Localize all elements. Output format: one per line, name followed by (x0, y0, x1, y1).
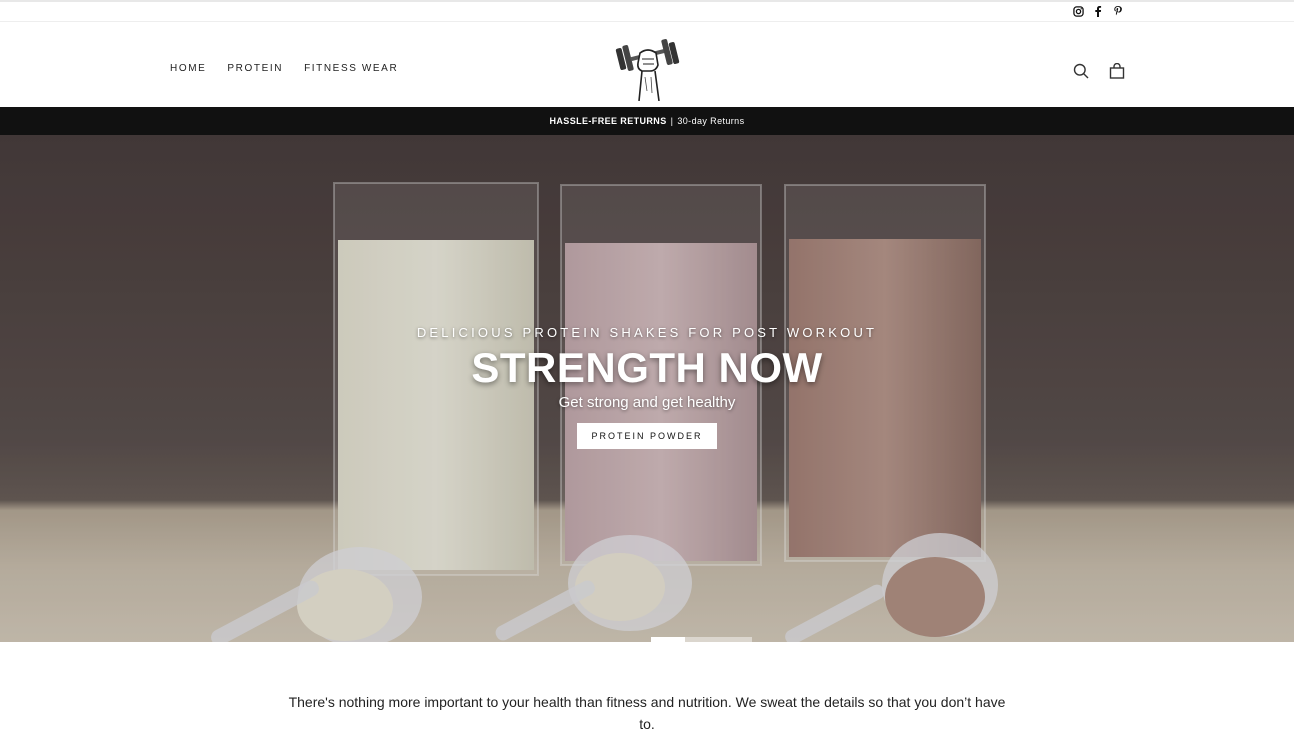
site-header: HOME PROTEIN FITNESS WEAR (0, 22, 1294, 107)
social-links (1072, 4, 1124, 18)
hero-slideshow: DELICIOUS PROTEIN SHAKES FOR POST WORKOU… (0, 135, 1294, 642)
announcement-bar: HASSLE-FREE RETURNS | 30-day Returns (0, 107, 1294, 135)
top-bar (0, 0, 1294, 22)
intro-section: There's nothing more important to your h… (0, 642, 1294, 732)
header-icons (1072, 62, 1126, 80)
nav-fitness-wear[interactable]: FITNESS WEAR (304, 63, 398, 74)
nav-protein[interactable]: PROTEIN (227, 63, 283, 74)
announcement-bold: HASSLE-FREE RETURNS (549, 116, 667, 126)
slide-dot-2[interactable] (685, 637, 752, 642)
hero-title: STRENGTH NOW (471, 344, 823, 391)
instagram-icon[interactable] (1072, 4, 1084, 18)
hero-content: DELICIOUS PROTEIN SHAKES FOR POST WORKOU… (0, 325, 1294, 449)
slideshow-pagination (651, 637, 752, 642)
announcement-text: 30-day Returns (677, 116, 745, 126)
hero-subtitle: DELICIOUS PROTEIN SHAKES FOR POST WORKOU… (416, 325, 878, 340)
main-nav: HOME PROTEIN FITNESS WEAR (170, 63, 398, 74)
search-icon[interactable] (1072, 62, 1090, 80)
announcement-separator: | (670, 116, 674, 126)
facebook-icon[interactable] (1092, 4, 1104, 18)
hero-tagline: Get strong and get healthy (558, 394, 736, 411)
intro-text: There's nothing more important to your h… (288, 694, 1006, 732)
protein-powder-button[interactable]: PROTEIN POWDER (577, 423, 717, 449)
slide-dot-1[interactable] (651, 637, 685, 642)
dumbbell-fist-logo[interactable] (612, 39, 682, 102)
pinterest-icon[interactable] (1112, 4, 1124, 18)
cart-icon[interactable] (1108, 62, 1126, 80)
nav-home[interactable]: HOME (170, 63, 206, 74)
